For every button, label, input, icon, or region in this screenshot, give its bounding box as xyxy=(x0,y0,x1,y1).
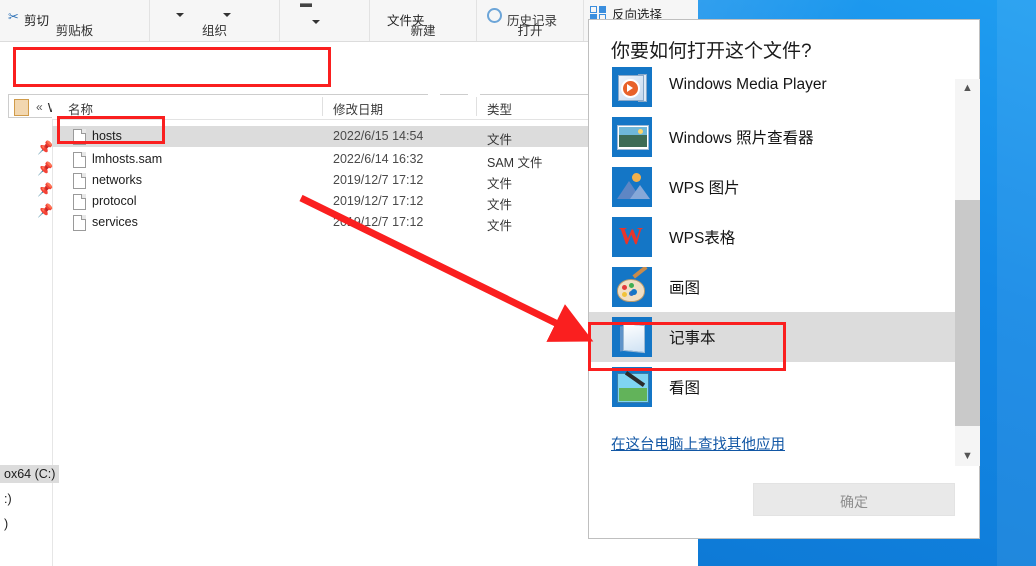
scrollbar-thumb[interactable] xyxy=(955,200,980,426)
pin-icon[interactable]: 📌 xyxy=(37,182,53,198)
ok-button-label: 确定 xyxy=(840,494,868,510)
windows-media-player-icon xyxy=(612,67,652,107)
list-item-windows-media-player[interactable]: Windows Media Player xyxy=(589,62,955,112)
pin-icon[interactable]: 📌 xyxy=(37,161,53,177)
list-item-wps-photo[interactable]: WPS 图片 xyxy=(589,162,955,212)
file-type: 文件 xyxy=(487,219,513,233)
find-more-apps-link[interactable]: 在这台电脑上查找其他应用 xyxy=(611,433,785,454)
invert-selection-icon xyxy=(590,6,597,13)
app-label: 看图 xyxy=(669,380,701,397)
file-date: 2019/12/7 17:12 xyxy=(333,215,424,229)
file-type: 文件 xyxy=(487,198,513,212)
file-icon xyxy=(73,215,86,231)
column-divider[interactable] xyxy=(322,97,323,116)
sidebar-item-c-drive[interactable]: ox64 (C:) xyxy=(0,465,60,483)
windows-photo-viewer-icon xyxy=(612,117,652,157)
list-item-wps-spreadsheet[interactable]: W WPS表格 xyxy=(589,212,955,262)
pin-icon[interactable]: 📌 xyxy=(37,203,53,219)
ribbon-partial-label: ▬ xyxy=(300,0,312,10)
file-icon xyxy=(73,194,86,210)
ribbon-group-label: 组织 xyxy=(201,24,227,38)
column-divider[interactable] xyxy=(476,97,477,116)
chevron-down-icon[interactable] xyxy=(223,13,231,17)
file-name: networks xyxy=(92,173,143,187)
chevron-down-icon[interactable] xyxy=(176,13,184,17)
app-label: 画图 xyxy=(669,280,701,297)
file-name: services xyxy=(92,215,138,229)
app-label: WPS表格 xyxy=(669,230,736,247)
list-item-windows-photo-viewer[interactable]: Windows 照片查看器 xyxy=(589,112,955,162)
paint-icon xyxy=(612,267,652,307)
app-label: Windows Media Player xyxy=(669,76,827,93)
address-bar-highlight-box xyxy=(13,47,331,87)
dialog-scrollbar[interactable]: ▲ ▼ xyxy=(955,79,980,466)
chevron-up-icon[interactable]: ▲ xyxy=(955,79,980,98)
chevron-down-icon[interactable]: ▼ xyxy=(955,447,980,466)
app-label: Windows 照片查看器 xyxy=(669,130,814,147)
ribbon-group-new: 文件夹 新建 xyxy=(370,0,477,41)
breadcrumb-overflow-icon[interactable]: « xyxy=(36,100,43,114)
ribbon-group-label: 打开 xyxy=(517,24,543,38)
wps-spreadsheet-icon: W xyxy=(612,217,652,257)
ribbon-group-label: 新建 xyxy=(410,24,436,38)
file-type: 文件 xyxy=(487,133,513,147)
file-type: 文件 xyxy=(487,177,513,191)
invert-selection-icon xyxy=(599,6,606,13)
file-icon xyxy=(73,152,86,168)
wallpaper-streak xyxy=(997,0,1036,566)
notepad-option-highlight-box xyxy=(588,322,786,371)
ribbon-group-label: 剪贴板 xyxy=(55,24,94,38)
file-date: 2019/12/7 17:12 xyxy=(333,173,424,187)
photo-viewer-icon xyxy=(612,367,652,407)
file-date: 2022/6/15 14:54 xyxy=(333,129,424,143)
column-header-type[interactable]: 类型 xyxy=(487,99,512,118)
sidebar-item-drive-2[interactable]: :) xyxy=(0,490,16,508)
file-type: SAM 文件 xyxy=(487,156,543,170)
column-header-date[interactable]: 修改日期 xyxy=(333,99,383,118)
file-date: 2019/12/7 17:12 xyxy=(333,194,424,208)
chevron-down-icon[interactable] xyxy=(312,20,320,24)
folder-icon xyxy=(14,99,29,116)
file-name: lmhosts.sam xyxy=(92,152,163,166)
ribbon-group-extra: ▬ xyxy=(280,0,370,41)
ribbon-group-clipboard: ✂ 剪切 剪贴板 xyxy=(0,0,150,41)
ribbon-group-open: 历史记录 打开 xyxy=(477,0,584,41)
file-icon xyxy=(73,173,86,189)
hosts-file-highlight-box xyxy=(57,116,165,144)
file-name: protocol xyxy=(92,194,137,208)
wps-photo-icon xyxy=(612,167,652,207)
ribbon-group-organize: 组织 xyxy=(150,0,280,41)
list-item-paint[interactable]: 画图 xyxy=(589,262,955,312)
ok-button[interactable]: 确定 xyxy=(753,483,955,516)
file-date: 2022/6/14 16:32 xyxy=(333,152,424,166)
dialog-title: 你要如何打开这个文件? xyxy=(611,41,812,62)
sidebar-item-drive-3[interactable]: ) xyxy=(0,515,12,533)
app-label: WPS 图片 xyxy=(669,180,740,197)
pin-icon[interactable]: 📌 xyxy=(37,140,53,156)
